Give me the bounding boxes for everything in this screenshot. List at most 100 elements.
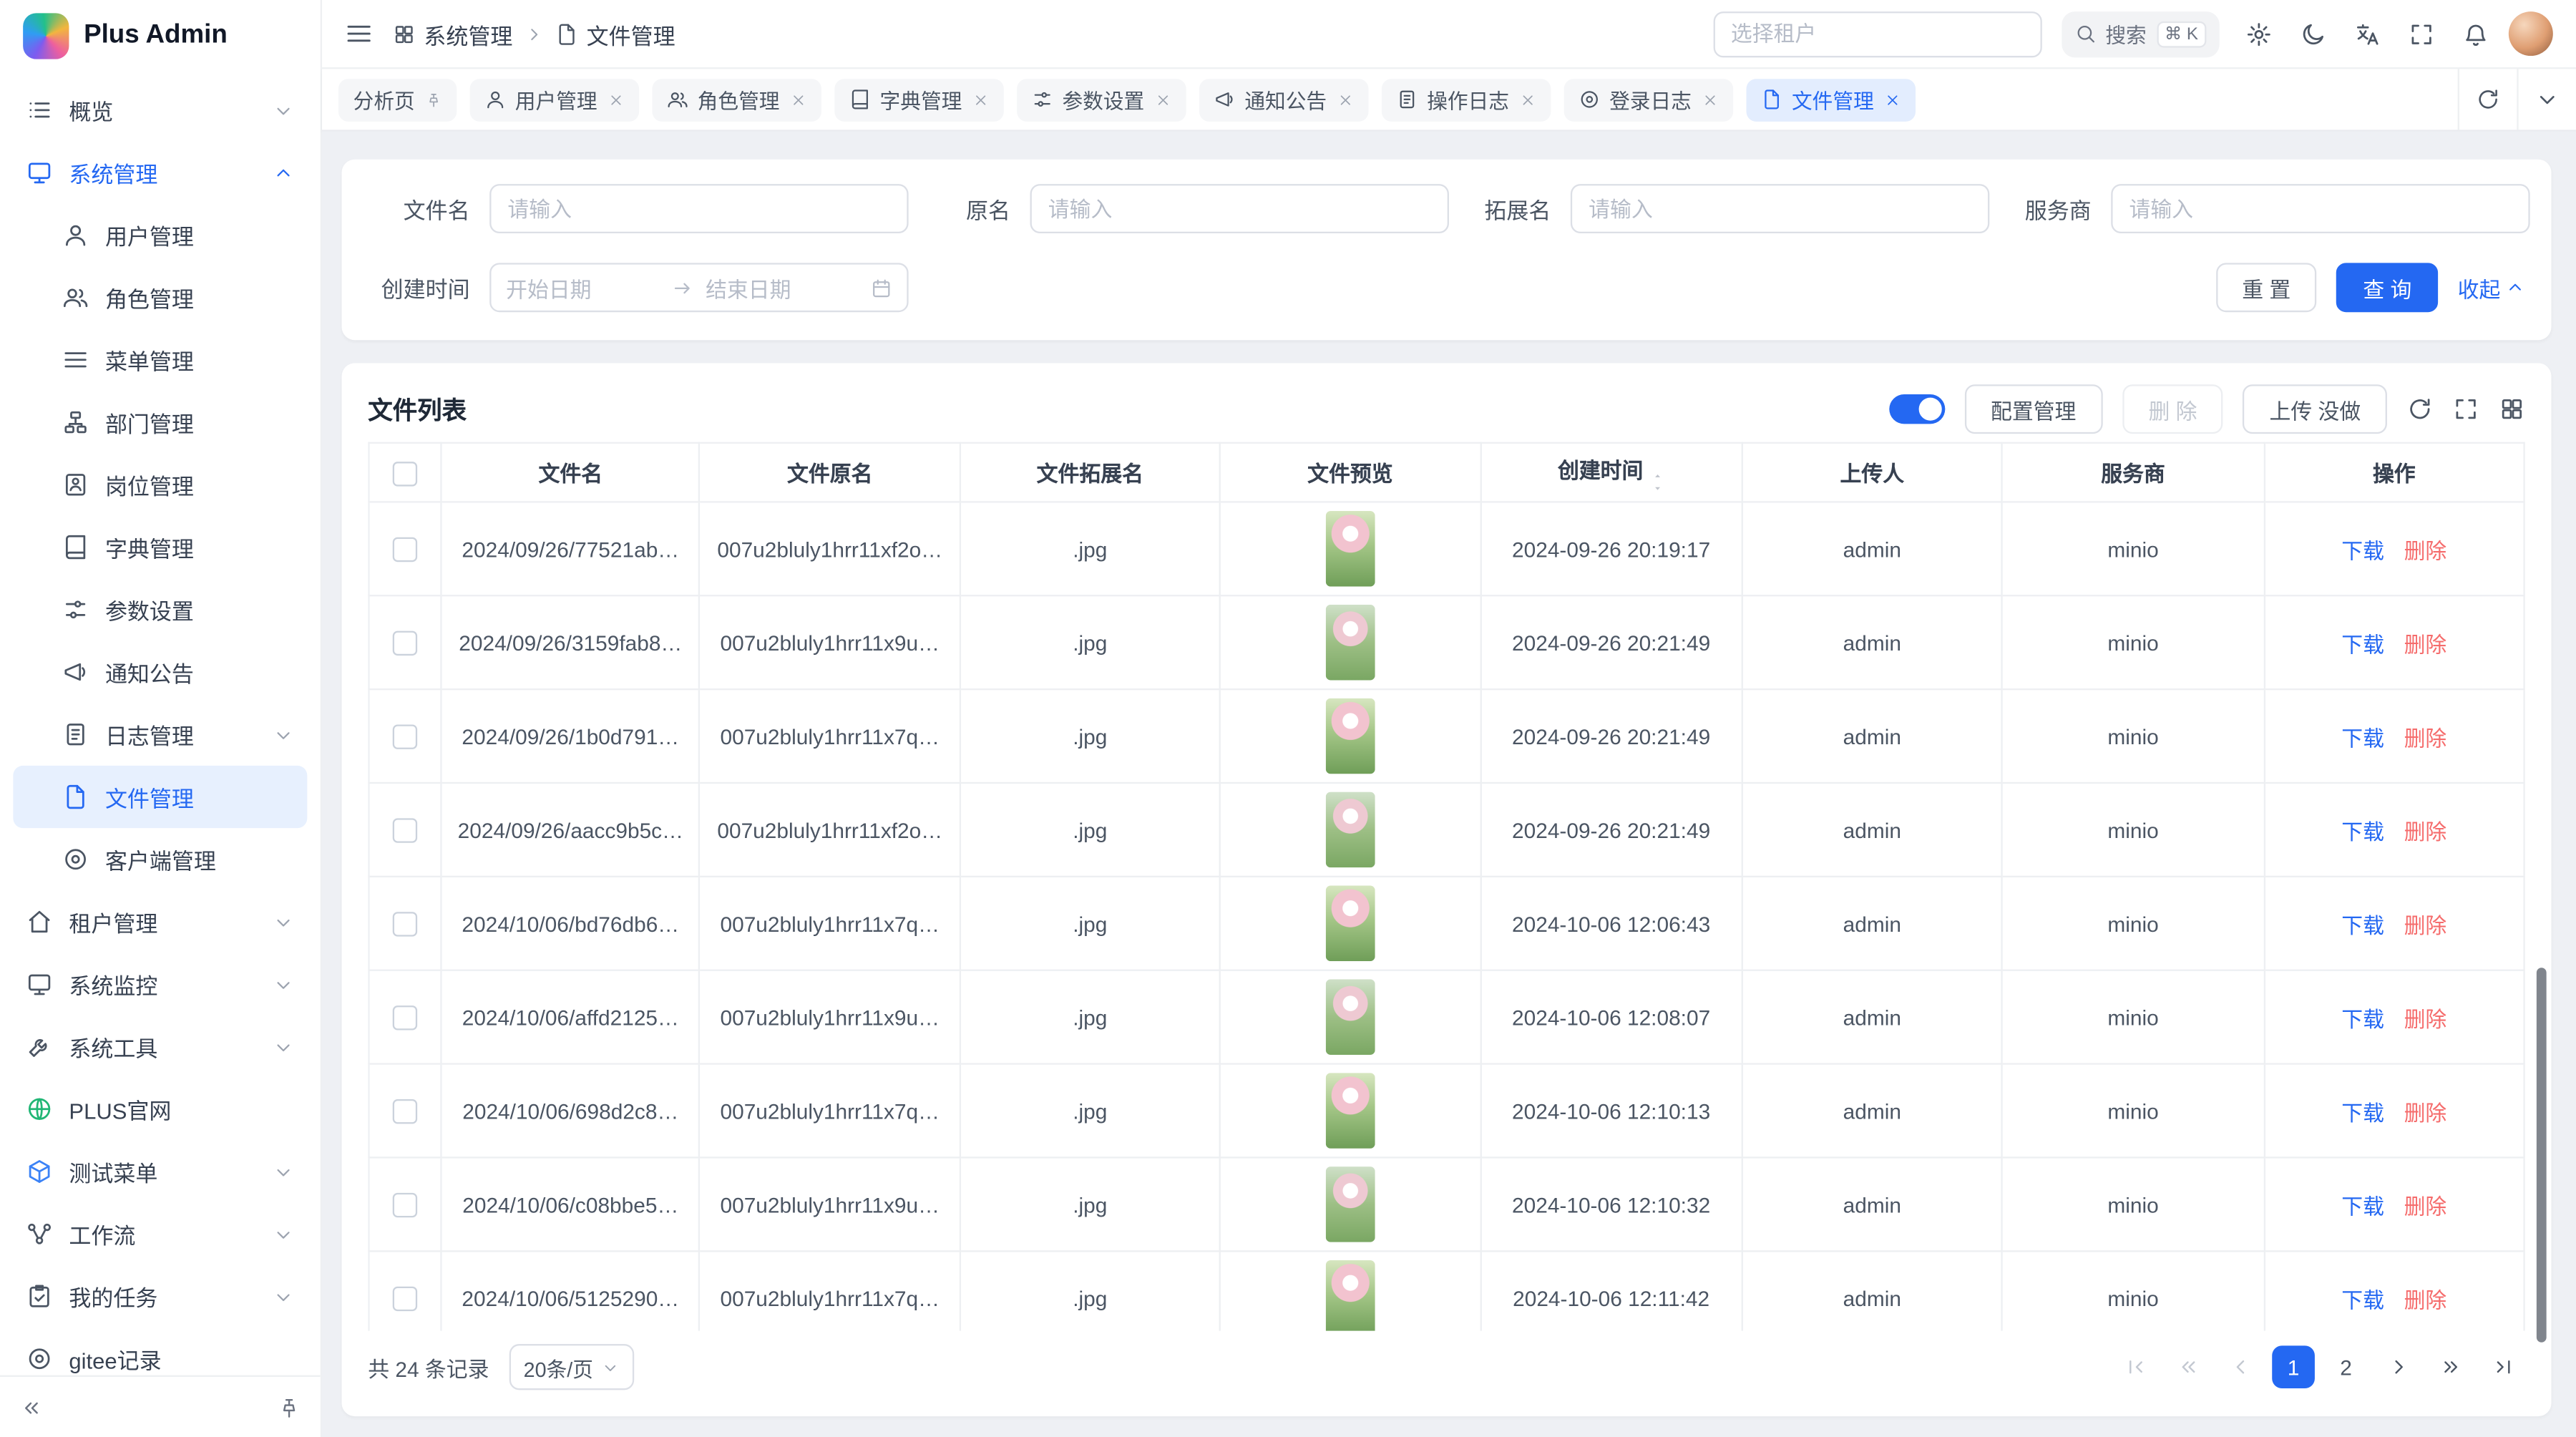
- language-button[interactable]: [2354, 21, 2381, 47]
- tab-user-mgmt[interactable]: 用户管理: [469, 78, 639, 121]
- prev-page-button[interactable]: [2220, 1345, 2263, 1388]
- refresh-page-button[interactable]: [2458, 69, 2517, 130]
- close-icon[interactable]: [1702, 91, 1718, 107]
- notifications-button[interactable]: [2463, 21, 2489, 47]
- download-link[interactable]: 下载: [2341, 538, 2384, 562]
- pin-icon[interactable]: [425, 91, 441, 107]
- file-preview-image[interactable]: [1325, 885, 1375, 961]
- search-button[interactable]: 查 询: [2337, 263, 2438, 312]
- config-manage-button[interactable]: 配置管理: [1964, 384, 2102, 434]
- row-checkbox[interactable]: [393, 818, 417, 842]
- row-checkbox[interactable]: [393, 1287, 417, 1311]
- row-checkbox[interactable]: [393, 631, 417, 656]
- close-icon[interactable]: [1519, 91, 1536, 107]
- sidebar-item-client[interactable]: 客户端管理: [13, 828, 307, 890]
- search-toggle-switch[interactable]: [1889, 394, 1945, 424]
- tab-dict-mgmt[interactable]: 字典管理: [834, 78, 1003, 121]
- table-scrollbar[interactable]: [2537, 968, 2547, 1342]
- ext-name-input[interactable]: [1571, 184, 1989, 233]
- sidebar-item-test[interactable]: 测试菜单: [13, 1140, 307, 1202]
- close-icon[interactable]: [1154, 91, 1171, 107]
- tab-param-settings[interactable]: 参数设置: [1016, 78, 1186, 121]
- sidebar-item-plus-site[interactable]: PLUS官网: [13, 1078, 307, 1140]
- tab-options-button[interactable]: [2517, 69, 2576, 130]
- download-link[interactable]: 下载: [2341, 1100, 2384, 1124]
- file-preview-image[interactable]: [1325, 605, 1375, 681]
- hamburger-menu-button[interactable]: [345, 20, 373, 48]
- sidebar-item-workflow[interactable]: 工作流: [13, 1203, 307, 1265]
- page-button-2[interactable]: 2: [2325, 1345, 2368, 1388]
- pin-sidebar-button[interactable]: [278, 1395, 301, 1418]
- close-icon[interactable]: [972, 91, 988, 107]
- next-5-pages-button[interactable]: [2430, 1345, 2473, 1388]
- breadcrumb-system[interactable]: 系统管理: [393, 17, 513, 50]
- close-icon[interactable]: [789, 91, 806, 107]
- column-settings-button[interactable]: [2499, 396, 2525, 422]
- sidebar-item-notice[interactable]: 通知公告: [13, 640, 307, 703]
- file-preview-image[interactable]: [1325, 1073, 1375, 1149]
- download-link[interactable]: 下载: [2341, 912, 2384, 937]
- file-preview-image[interactable]: [1325, 698, 1375, 774]
- sidebar-item-dept[interactable]: 部门管理: [13, 391, 307, 453]
- tab-file-mgmt[interactable]: 文件管理: [1746, 78, 1916, 121]
- delete-link[interactable]: 删除: [2404, 1194, 2447, 1218]
- last-page-button[interactable]: [2482, 1345, 2525, 1388]
- reset-button[interactable]: 重 置: [2216, 263, 2317, 312]
- sidebar-item-sys-tool[interactable]: 系统工具: [13, 1015, 307, 1078]
- sidebar-item-user[interactable]: 用户管理: [13, 204, 307, 266]
- origin-name-input[interactable]: [1030, 184, 1449, 233]
- tab-notice[interactable]: 通知公告: [1199, 78, 1368, 121]
- file-name-input[interactable]: [489, 184, 908, 233]
- file-preview-image[interactable]: [1325, 792, 1375, 868]
- sidebar-item-sys-monitor[interactable]: 系统监控: [13, 953, 307, 1015]
- sidebar-item-overview[interactable]: 概览: [13, 79, 307, 141]
- row-checkbox[interactable]: [393, 537, 417, 562]
- fullscreen-button[interactable]: [2409, 21, 2435, 47]
- close-icon[interactable]: [1884, 91, 1901, 107]
- file-preview-image[interactable]: [1325, 1260, 1375, 1331]
- provider-input[interactable]: [2111, 184, 2529, 233]
- prev-5-pages-button[interactable]: [2167, 1345, 2210, 1388]
- sort-icons[interactable]: [1652, 471, 1664, 492]
- sidebar-item-dict[interactable]: 字典管理: [13, 516, 307, 578]
- row-checkbox[interactable]: [393, 1005, 417, 1030]
- sidebar-item-system[interactable]: 系统管理: [13, 141, 307, 203]
- next-page-button[interactable]: [2377, 1345, 2420, 1388]
- global-search-button[interactable]: 搜索 ⌘ K: [2061, 11, 2219, 57]
- collapse-sidebar-button[interactable]: [20, 1395, 43, 1418]
- app-logo-row[interactable]: Plus Admin: [0, 0, 321, 72]
- row-checkbox[interactable]: [393, 1193, 417, 1217]
- download-link[interactable]: 下载: [2341, 726, 2384, 750]
- sidebar-item-file[interactable]: 文件管理: [13, 766, 307, 828]
- delete-link[interactable]: 删除: [2404, 819, 2447, 844]
- download-link[interactable]: 下载: [2341, 632, 2384, 656]
- refresh-list-button[interactable]: [2406, 396, 2433, 422]
- tab-role-mgmt[interactable]: 角色管理: [651, 78, 821, 121]
- col-created-time[interactable]: 创建时间: [1480, 443, 1742, 502]
- row-checkbox[interactable]: [393, 725, 417, 749]
- delete-link[interactable]: 删除: [2404, 912, 2447, 937]
- breadcrumb-file[interactable]: 文件管理: [555, 17, 675, 50]
- sidebar-item-mytask[interactable]: 我的任务: [13, 1265, 307, 1328]
- sidebar-item-menu[interactable]: 菜单管理: [13, 328, 307, 391]
- collapse-filters-link[interactable]: 收起: [2458, 272, 2525, 303]
- sidebar-item-tenant[interactable]: 租户管理: [13, 890, 307, 953]
- delete-link[interactable]: 删除: [2404, 538, 2447, 562]
- tab-login-log[interactable]: 登录日志: [1563, 78, 1733, 121]
- download-link[interactable]: 下载: [2341, 819, 2384, 844]
- file-preview-image[interactable]: [1325, 979, 1375, 1055]
- created-time-range-picker[interactable]: 开始日期 结束日期: [489, 263, 908, 312]
- delete-link[interactable]: 删除: [2404, 726, 2447, 750]
- upload-button[interactable]: 上传 没做: [2243, 384, 2387, 434]
- tab-oper-log[interactable]: 操作日志: [1381, 78, 1551, 121]
- delete-link[interactable]: 删除: [2404, 1006, 2447, 1031]
- download-link[interactable]: 下载: [2341, 1287, 2384, 1312]
- delete-link[interactable]: 删除: [2404, 1287, 2447, 1312]
- file-preview-image[interactable]: [1325, 511, 1375, 587]
- download-link[interactable]: 下载: [2341, 1006, 2384, 1031]
- sidebar-item-param[interactable]: 参数设置: [13, 578, 307, 640]
- tab-analysis[interactable]: 分析页: [338, 78, 456, 121]
- sidebar-item-role[interactable]: 角色管理: [13, 266, 307, 328]
- select-all-checkbox[interactable]: [393, 461, 417, 485]
- first-page-button[interactable]: [2114, 1345, 2157, 1388]
